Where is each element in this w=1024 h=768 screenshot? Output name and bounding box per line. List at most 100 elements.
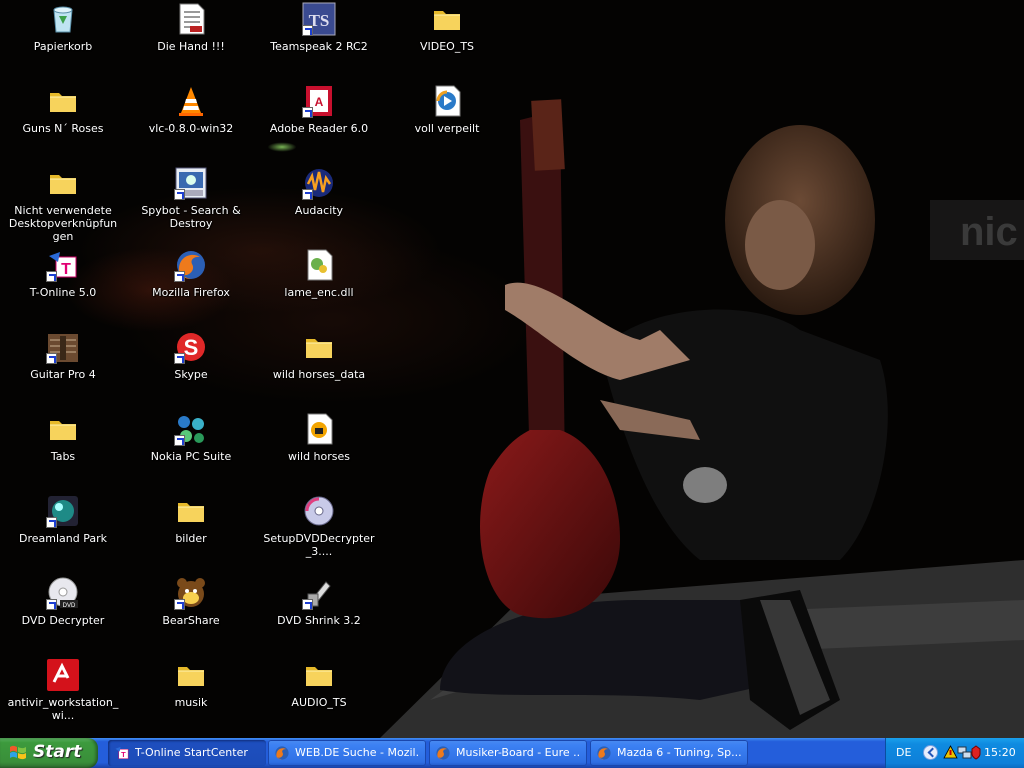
t-online-icon: T <box>46 248 80 282</box>
desktop-icon-label: antivir_workstation_wi... <box>7 696 119 722</box>
dvd-icon: DVD <box>46 576 80 610</box>
nokia-icon <box>174 412 208 446</box>
firefox-icon <box>274 745 290 761</box>
desktop-icon-label: Adobe Reader 6.0 <box>269 122 369 135</box>
svg-text:S: S <box>184 335 199 360</box>
desktop-icon-label: Spybot - Search & Destroy <box>141 204 241 230</box>
shortcut-arrow-icon <box>302 599 313 610</box>
taskbar-button-4[interactable]: Mazda 6 - Tuning, Sp... <box>590 740 748 766</box>
taskbar-button-label: T-Online StartCenter <box>135 746 248 759</box>
teamspeak-icon: TS <box>302 2 336 36</box>
cd-setup-icon <box>302 494 336 528</box>
desktop-icon-t-online[interactable]: T T-Online 5.0 <box>4 248 122 299</box>
desktop-icon-teamspeak[interactable]: TS Teamspeak 2 RC2 <box>260 2 378 53</box>
network-icon[interactable] <box>957 745 972 760</box>
desktop-icon-label: Skype <box>174 368 208 381</box>
firefox-icon <box>174 248 208 282</box>
desktop-icon-label: bilder <box>175 532 207 545</box>
clock[interactable]: 15:20 <box>984 746 1016 759</box>
desktop-icon-skype[interactable]: S Skype <box>132 330 250 381</box>
desktop-icon-nokia[interactable]: Nokia PC Suite <box>132 412 250 463</box>
desktop-icon-tabs[interactable]: Tabs <box>4 412 122 463</box>
shortcut-arrow-icon <box>174 599 185 610</box>
folder-icon <box>302 330 336 364</box>
folder-icon <box>46 84 80 118</box>
desktop-icon-label: BearShare <box>162 614 220 627</box>
folder-icon <box>174 658 208 692</box>
shortcut-arrow-icon <box>302 107 313 118</box>
desktop-icon-lame-enc[interactable]: lame_enc.dll <box>260 248 378 299</box>
svg-text:T: T <box>61 261 71 278</box>
desktop[interactable]: nic Papierkorb Guns N´ Roses Nicht verwend… <box>0 0 1024 738</box>
windows-logo-icon <box>10 745 26 760</box>
desktop-icon-label: Mozilla Firefox <box>152 286 230 299</box>
folder-icon <box>430 2 464 36</box>
svg-text:nic: nic <box>960 210 1018 254</box>
desktop-icon-die-hand[interactable]: Die Hand !!! <box>132 2 250 53</box>
desktop-icon-wild-horses[interactable]: wild horses <box>260 412 378 463</box>
antivir-icon <box>46 658 80 692</box>
shortcut-arrow-icon <box>46 353 57 364</box>
shortcut-arrow-icon <box>174 189 185 200</box>
taskbar-button-label: Musiker-Board - Eure ... <box>456 746 581 759</box>
document-icon <box>174 2 208 36</box>
shortcut-arrow-icon <box>46 517 57 528</box>
desktop-icon-label: Teamspeak 2 RC2 <box>270 40 368 53</box>
desktop-icon-label: AUDIO_TS <box>291 696 347 709</box>
svg-text:A: A <box>315 95 324 109</box>
taskbar-button-1[interactable]: T T-Online StartCenter <box>108 740 266 766</box>
spybot-icon <box>174 166 208 200</box>
start-button[interactable]: Start <box>0 738 98 768</box>
audacity-icon <box>302 166 336 200</box>
guitar-pro-icon <box>46 330 80 364</box>
taskbar-button-3[interactable]: Musiker-Board - Eure ... <box>429 740 587 766</box>
desktop-icon-guns-n-roses[interactable]: Guns N´ Roses <box>4 84 122 135</box>
folder-icon <box>302 658 336 692</box>
desktop-icon-adobe-reader[interactable]: A Adobe Reader 6.0 <box>260 84 378 135</box>
desktop-icon-label: vlc-0.8.0-win32 <box>148 122 234 135</box>
taskbar-button-label: Mazda 6 - Tuning, Sp... <box>617 746 742 759</box>
desktop-icon-antivir[interactable]: antivir_workstation_wi... <box>4 658 122 722</box>
t-online-icon: T <box>114 745 130 761</box>
desktop-icon-dreamland-park[interactable]: Dreamland Park <box>4 494 122 545</box>
desktop-icon-spybot[interactable]: Spybot - Search & Destroy <box>132 166 250 230</box>
desktop-icon-wild-horses-data[interactable]: wild horses_data <box>260 330 378 381</box>
desktop-icon-label: VIDEO_TS <box>419 40 475 53</box>
desktop-icon-bearshare[interactable]: BearShare <box>132 576 250 627</box>
desktop-icon-firefox[interactable]: Mozilla Firefox <box>132 248 250 299</box>
svg-text:DVD: DVD <box>63 603 76 609</box>
desktop-icon-voll-verpeilt[interactable]: voll verpeilt <box>388 84 506 135</box>
game-icon <box>46 494 80 528</box>
desktop-icon-musik[interactable]: musik <box>132 658 250 709</box>
folder-icon <box>174 494 208 528</box>
recycle-bin-icon <box>46 2 80 36</box>
desktop-icon-audacity[interactable]: Audacity <box>260 166 378 217</box>
desktop-icon-video-ts[interactable]: VIDEO_TS <box>388 2 506 53</box>
desktop-icon-guitar-pro[interactable]: Guitar Pro 4 <box>4 330 122 381</box>
desktop-icon-label: DVD Shrink 3.2 <box>277 614 361 627</box>
desktop-icon-label: DVD Decrypter <box>21 614 105 627</box>
show-hidden-icons-button[interactable] <box>923 745 938 760</box>
language-indicator[interactable]: DE <box>896 746 911 759</box>
folder-icon <box>46 412 80 446</box>
shortcut-arrow-icon <box>46 271 57 282</box>
desktop-icon-audio-ts[interactable]: AUDIO_TS <box>260 658 378 709</box>
desktop-icon-label: Audacity <box>294 204 344 217</box>
security-icon[interactable] <box>971 745 981 760</box>
firefox-icon <box>596 745 612 761</box>
desktop-icon-label: T-Online 5.0 <box>29 286 97 299</box>
desktop-icon-nicht-verwendete[interactable]: Nicht verwendete Desktopverknüpfungen <box>4 166 122 243</box>
desktop-icon-setup-dvd[interactable]: SetupDVDDecrypter_3.... <box>260 494 378 558</box>
desktop-icon-label: Nokia PC Suite <box>150 450 232 463</box>
desktop-icon-vlc[interactable]: vlc-0.8.0-win32 <box>132 84 250 135</box>
desktop-icon-bilder[interactable]: bilder <box>132 494 250 545</box>
desktop-icon-dvd-decrypter[interactable]: DVD DVD Decrypter <box>4 576 122 627</box>
antivir-tray-icon[interactable] <box>943 745 958 760</box>
shortcut-arrow-icon <box>46 599 57 610</box>
desktop-icon-label: SetupDVDDecrypter_3.... <box>263 532 375 558</box>
desktop-icon-dvd-shrink[interactable]: DVD Shrink 3.2 <box>260 576 378 627</box>
taskbar-button-2[interactable]: WEB.DE Suche - Mozil... <box>268 740 426 766</box>
desktop-icon-label: Dreamland Park <box>19 532 107 545</box>
desktop-icon-papierkorb[interactable]: Papierkorb <box>4 2 122 53</box>
folder-icon <box>46 166 80 200</box>
